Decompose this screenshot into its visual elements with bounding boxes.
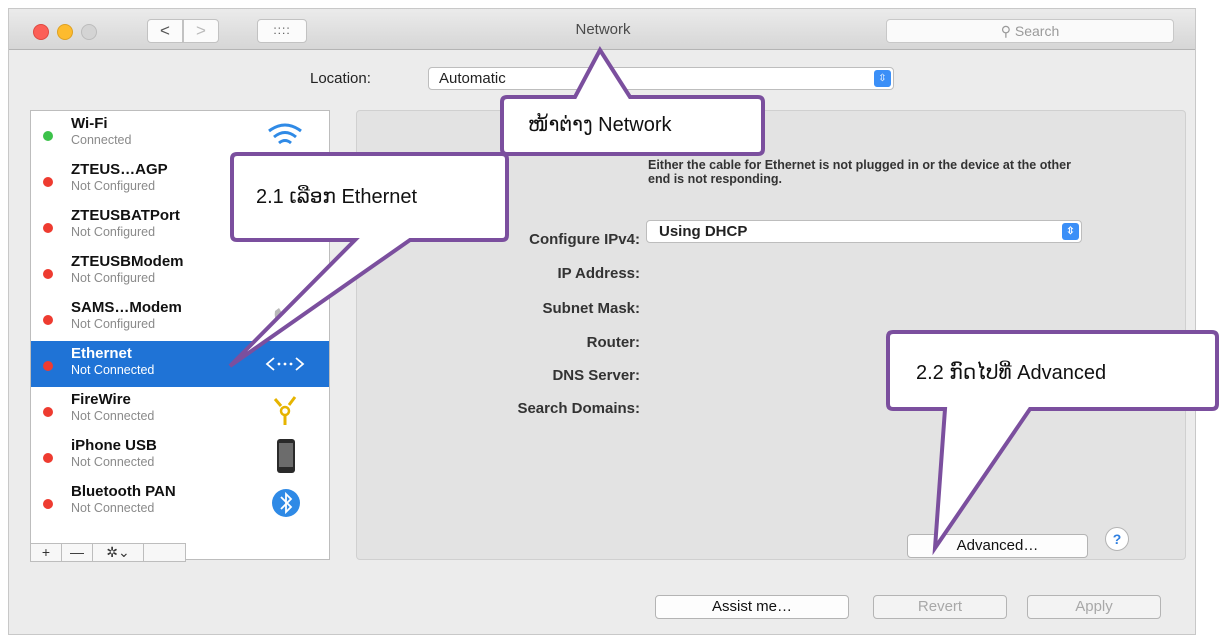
status-dot [43,131,53,141]
service-name: iPhone USB [71,437,157,454]
title-bar: < > :::: Network ⚲ Search [9,9,1195,50]
status-dot [43,223,53,233]
assist-me-button[interactable]: Assist me… [655,595,849,619]
ip-address-label: IP Address: [557,265,640,282]
configure-ipv4-select[interactable]: Using DHCP ⇳ [646,220,1082,243]
service-name: ZTEUSBATPort [71,207,180,224]
configure-ipv4-value: Using DHCP [659,223,748,240]
service-status: Not Configured [71,225,156,239]
connection-status-description: Either the cable for Ethernet is not plu… [648,158,1071,186]
service-item-firewire[interactable]: FireWire Not Connected [31,387,329,433]
remove-service-button[interactable]: — [62,544,93,561]
service-name: Wi-Fi [71,115,108,132]
location-stepper-icon: ⇳ [874,70,891,87]
iphone-icon [277,439,295,473]
ethernet-icon [265,357,305,371]
status-dot [43,453,53,463]
service-status: Not Connected [71,501,155,515]
service-status: Not Connected [71,409,155,423]
callout-window-text: ໜ້າຕ່າງ Network [528,114,672,136]
service-status: Not Configured [71,271,156,285]
phone-icon [274,304,302,329]
service-item-iphone-usb[interactable]: iPhone USB Not Connected [31,433,329,479]
service-item-ethernet[interactable]: Ethernet Not Connected [31,341,329,387]
wifi-icon [268,123,302,145]
service-item-bluetooth-pan[interactable]: Bluetooth PAN Not Connected [31,479,329,525]
service-name: Bluetooth PAN [71,483,176,500]
status-dot [43,407,53,417]
add-service-button[interactable]: + [31,544,62,561]
service-item-sams-modem[interactable]: SAMS…Modem Not Configured [31,295,329,341]
bluetooth-icon [272,489,300,517]
service-status: Not Configured [71,317,156,331]
service-item-wifi[interactable]: Wi-Fi Connected [31,111,329,157]
service-status: Not Configured [71,179,156,193]
help-button[interactable]: ? [1105,527,1129,551]
service-status: Not Connected [71,455,155,469]
service-list: Wi-Fi Connected ZTEUS…AGP Not Configured… [30,110,330,560]
location-value: Automatic [439,70,506,87]
service-name: SAMS…Modem [71,299,182,316]
firewire-icon [273,396,297,425]
search-domains-label: Search Domains: [517,400,640,417]
location-select[interactable]: Automatic ⇳ [428,67,894,90]
status-dot [43,361,53,371]
search-icon: ⚲ [1000,23,1011,39]
status-dot [43,177,53,187]
configure-ipv4-label: Configure IPv4: [529,231,640,248]
service-item-zteusbatport[interactable]: ZTEUSBATPort Not Configured [31,203,329,249]
ipv4-stepper-icon: ⇳ [1062,223,1079,240]
status-dot [43,499,53,509]
connection-status-title: Cable Unplugged [640,136,764,153]
service-status: Not Connected [71,363,155,377]
router-label: Router: [586,334,640,351]
service-status: Connected [71,133,132,147]
service-name: Ethernet [71,345,132,362]
callout-advanced-text: 2.2 ກົດໄປທີ່ Advanced [916,362,1107,384]
service-name: ZTEUS…AGP [71,161,168,178]
search-field[interactable]: ⚲ Search [886,19,1174,43]
subnet-mask-label: Subnet Mask: [542,300,640,317]
service-name: ZTEUSBModem [71,253,184,270]
revert-button[interactable]: Revert [873,595,1007,619]
status-dot [43,315,53,325]
advanced-button[interactable]: Advanced… [907,534,1088,558]
service-item-zteusbmodem[interactable]: ZTEUSBModem Not Configured [31,249,329,295]
status-dot [43,269,53,279]
service-list-toolbar: + — ✲⌄ [30,543,186,562]
callout-ethernet-text: 2.1 ເລືອກ Ethernet [256,186,418,208]
location-label: Location: [310,70,371,87]
search-placeholder: Search [1014,23,1060,39]
dns-server-label: DNS Server: [552,367,640,384]
service-name: FireWire [71,391,131,408]
apply-button[interactable]: Apply [1027,595,1161,619]
gear-icon[interactable]: ✲⌄ [93,544,144,561]
